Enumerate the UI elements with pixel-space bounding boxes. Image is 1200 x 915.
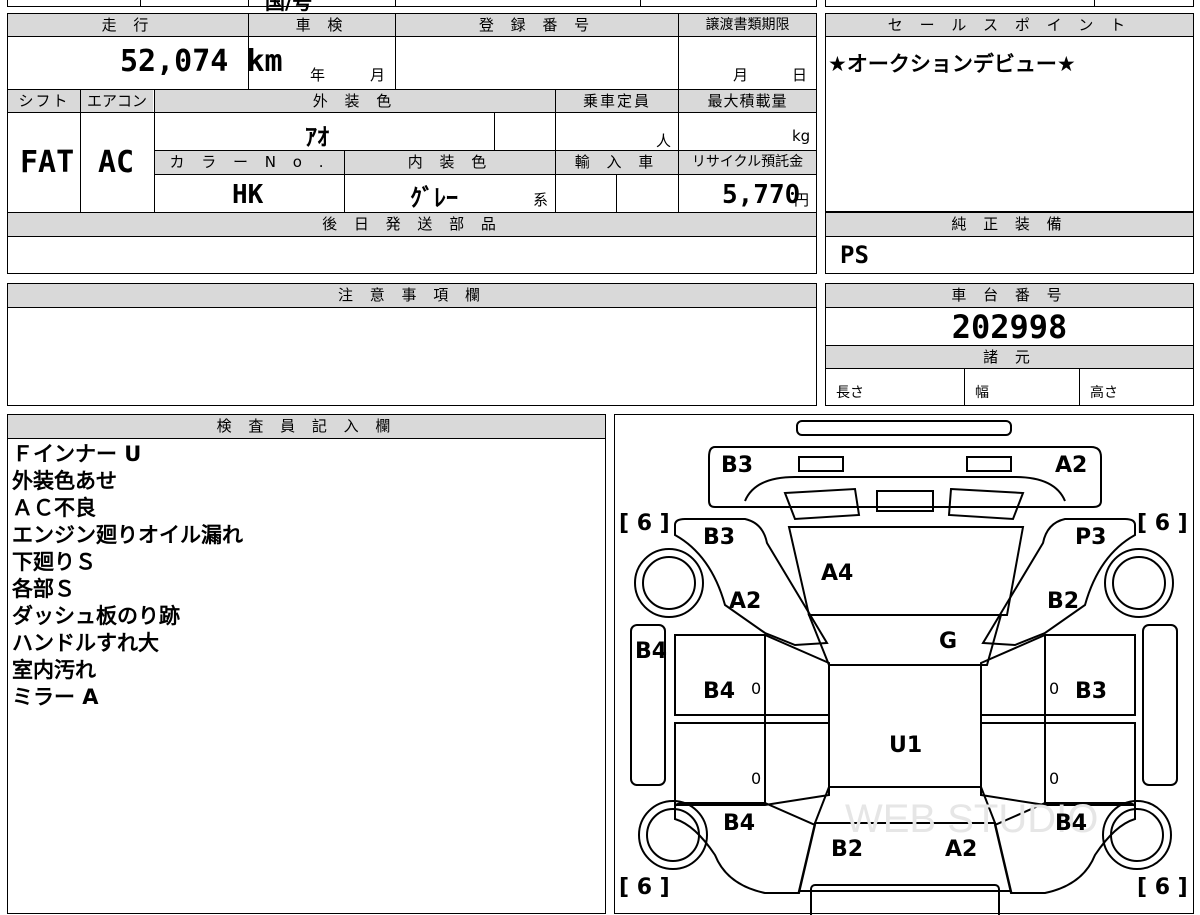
exterior-color-value: ｱｵ	[305, 123, 329, 151]
code-left-front-door: B4	[703, 679, 736, 704]
sales-point-box	[825, 13, 1194, 212]
note-line: 外装色あせ	[12, 469, 117, 493]
transfer-day-unit: 日	[792, 66, 808, 84]
max-load-header: 最大積載量	[679, 90, 816, 112]
code-front-left-side: A2	[729, 589, 762, 614]
note-line: 各部Ｓ	[12, 577, 75, 601]
recycle-fee-header: リサイクル預託金	[679, 151, 816, 174]
door-zero-mark: 0	[751, 679, 762, 698]
sales-point-text: ★オークションデビュー★	[828, 52, 1076, 76]
shift-header: シフト	[8, 90, 80, 112]
inspection-year-unit: 年	[310, 66, 326, 84]
interior-color-value: ｸﾞﾚｰ	[410, 184, 458, 212]
recycle-fee-unit: 円	[794, 191, 810, 209]
max-load-unit: kg	[792, 127, 811, 145]
mileage-value: 52,074	[120, 44, 229, 79]
tire-rr-tread: [ 6 ]	[1137, 875, 1188, 900]
interior-color-header: 内 装 色	[345, 151, 555, 174]
aircon-header: エアコン	[81, 90, 153, 112]
note-line: ハンドルすれ大	[12, 631, 159, 655]
genuine-equipment-text: PS	[840, 241, 869, 269]
note-line: ミラー A	[12, 685, 99, 709]
door-zero-mark: 0	[1049, 679, 1060, 698]
code-trunk-left: B2	[831, 837, 864, 862]
spec-width-label: 幅	[975, 385, 989, 401]
sales-point-header: セ ー ル ス ポ イ ン ト	[826, 14, 1193, 36]
code-top-right: A2	[1055, 453, 1088, 478]
interior-color-suffix: 系	[533, 191, 549, 209]
note-line: ＡＣ不良	[12, 496, 96, 520]
note-line: エンジン廻りオイル漏れ	[12, 523, 243, 547]
tire-fr-tread: [ 6 ]	[1137, 511, 1188, 536]
mileage-header: 走 行	[8, 14, 248, 36]
inspector-notes-header: 検 査 員 記 入 欄	[8, 415, 605, 438]
code-hood: A4	[821, 561, 854, 586]
exterior-color-header: 外 装 色	[155, 90, 555, 112]
code-top-left: B3	[721, 453, 754, 478]
shift-value: FAT	[20, 145, 75, 180]
chassis-number: 202998	[951, 308, 1068, 346]
color-no-value: HK	[232, 180, 264, 210]
tire-rl-tread: [ 6 ]	[619, 875, 670, 900]
cautions-header: 注 意 事 項 欄	[8, 284, 816, 307]
top-partial-row	[7, 0, 817, 7]
door-zero-mark: 0	[1049, 769, 1060, 788]
later-parts-header: 後 日 発 送 部 品	[8, 213, 816, 236]
color-no-header: カ ラ ー N o .	[155, 151, 344, 174]
registration-header: 登 録 番 号	[396, 14, 678, 36]
code-rear-right-fender: B4	[1055, 811, 1088, 836]
tire-fl-tread: [ 6 ]	[619, 511, 670, 536]
code-windshield: G	[939, 629, 958, 654]
note-line: ダッシュ板のり跡	[12, 604, 180, 628]
code-right-front-door: B3	[1075, 679, 1108, 704]
code-front-right-fender: P3	[1075, 525, 1107, 550]
door-zero-mark: 0	[751, 769, 762, 788]
code-left-rocker: B4	[635, 639, 668, 664]
note-line: 室内汚れ	[12, 658, 96, 682]
code-trunk-right: A2	[945, 837, 978, 862]
inspection-header: 車 検	[249, 14, 395, 36]
transfer-month-unit: 月	[733, 66, 749, 84]
inspection-month-unit: 月	[370, 66, 386, 84]
note-line: Ｆインナー U	[12, 442, 142, 466]
genuine-equipment-header: 純 正 装 備	[826, 213, 1193, 236]
specs-header: 諸 元	[826, 346, 1193, 368]
note-line: 下廻りＳ	[12, 550, 96, 574]
spec-length-label: 長さ	[836, 385, 864, 401]
aircon-value: AC	[98, 145, 135, 180]
capacity-unit: 人	[656, 132, 672, 150]
inspector-notes-list: Ｆインナー U 外装色あせ ＡＣ不良 エンジン廻りオイル漏れ 下廻りＳ 各部Ｓ …	[12, 441, 243, 711]
spec-height-label: 高さ	[1090, 385, 1118, 401]
chassis-header: 車 台 番 号	[826, 284, 1193, 307]
top-right-partial	[825, 0, 1194, 7]
code-front-left-fender: B3	[703, 525, 736, 550]
mileage-unit: km	[246, 44, 283, 79]
vehicle-damage-diagram: WEB STUDIO [ 6 ] [ 6 ] [ 6 ] [ 6 ] B3 A2…	[614, 414, 1194, 915]
code-roof: U1	[889, 733, 923, 758]
code-rear-left-fender: B4	[723, 811, 756, 836]
transfer-deadline-header: 譲渡書類期限	[679, 14, 816, 36]
import-header: 輸 入 車	[556, 151, 678, 174]
capacity-header: 乗車定員	[556, 90, 678, 112]
recycle-fee-value: 5,770	[722, 180, 801, 210]
code-front-right-side: B2	[1047, 589, 1080, 614]
